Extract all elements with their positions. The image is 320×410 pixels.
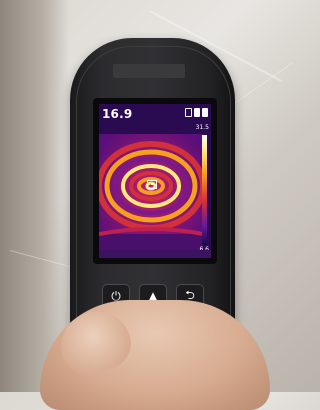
sd-card-icon bbox=[194, 108, 200, 117]
photo-scene: 16.9 31.5 6.6 ⏻ ▲ ⮌ ▼ bbox=[0, 0, 298, 410]
thermal-display: 16.9 31.5 6.6 bbox=[99, 104, 211, 258]
center-crosshair bbox=[147, 180, 157, 189]
status-icons bbox=[185, 108, 208, 117]
scale-max-label: 31.5 bbox=[195, 124, 209, 131]
device-label-strip bbox=[113, 64, 185, 78]
center-temperature-readout: 16.9 bbox=[102, 107, 133, 121]
temperature-color-scale bbox=[202, 135, 207, 245]
screen-bottom-bar bbox=[99, 250, 211, 258]
mode-icon bbox=[185, 108, 192, 117]
thermal-image bbox=[99, 134, 203, 254]
battery-icon bbox=[202, 108, 208, 117]
